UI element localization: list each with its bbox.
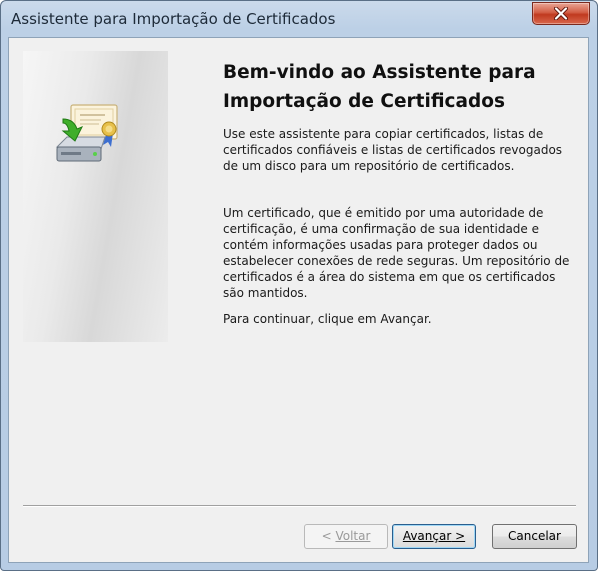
heading-line-2: Importação de Certificados — [223, 91, 505, 112]
import-wizard-window: Assistente para Importação de Certificad… — [0, 0, 598, 571]
wizard-banner — [23, 51, 168, 342]
footer-separator — [23, 505, 576, 507]
next-label: Avançar — [402, 529, 452, 543]
next-suffix: > — [451, 529, 466, 543]
wizard-heading: Bem-vindo ao Assistente para Importação … — [223, 58, 563, 116]
next-button[interactable]: Avançar > — [392, 524, 476, 549]
close-button[interactable] — [532, 2, 590, 25]
heading-line-1: Bem-vindo ao Assistente para — [223, 62, 536, 83]
instruction-paragraph: Para continuar, clique em Avançar. — [223, 312, 432, 326]
back-label: Voltar — [335, 529, 371, 543]
window-title: Assistente para Importação de Certificad… — [11, 10, 336, 28]
wizard-client-area: Bem-vindo ao Assistente para Importação … — [8, 37, 589, 563]
description-paragraph-1: Use este assistente para copiar certific… — [223, 127, 563, 174]
certificate-import-icon — [55, 104, 118, 162]
title-bar[interactable]: Assistente para Importação de Certificad… — [1, 1, 597, 37]
back-button[interactable]: < Voltar — [304, 524, 388, 549]
description-paragraph-2: Um certificado, que é emitido por uma au… — [223, 206, 570, 301]
close-icon — [554, 7, 568, 20]
cancel-button[interactable]: Cancelar — [492, 524, 577, 549]
back-prefix: < — [321, 529, 336, 543]
